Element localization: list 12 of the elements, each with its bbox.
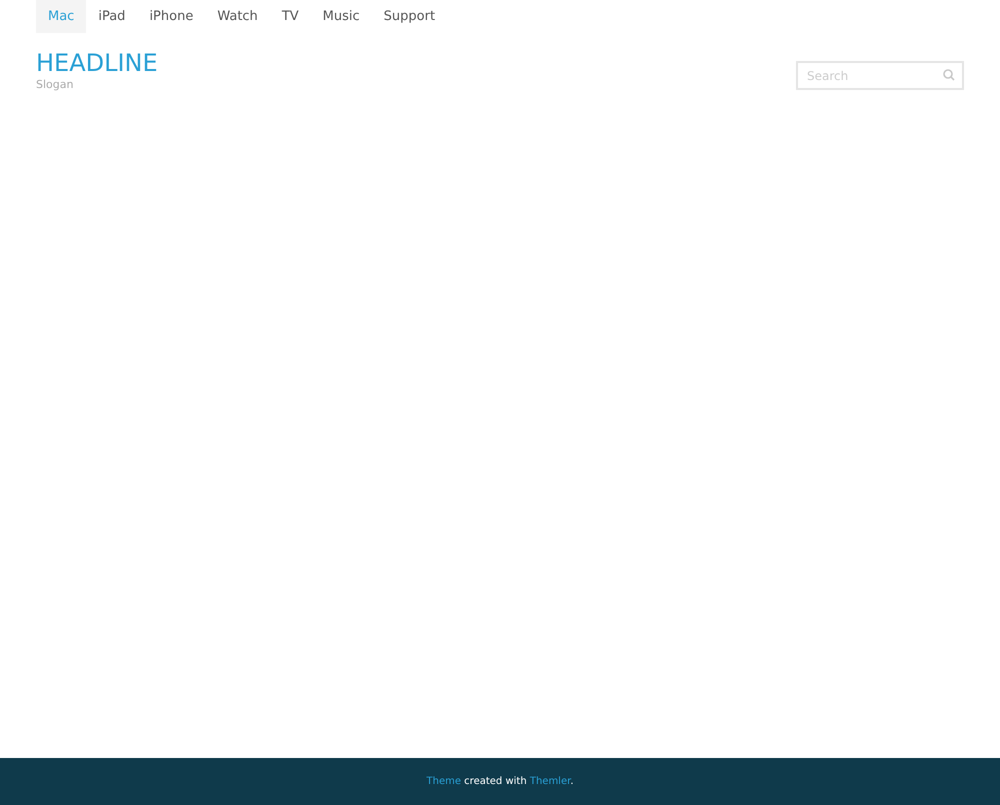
nav-tab[interactable]: Watch [205,0,270,33]
nav-tab[interactable]: iPad [86,0,138,33]
footer-text: Theme created with Themler. [426,775,574,789]
nav-tab[interactable]: Music [310,0,372,33]
nav-tab[interactable]: TV [270,0,311,33]
footer-link[interactable]: Theme [426,776,461,787]
search-icon[interactable] [943,69,955,81]
footer-link[interactable]: Themler [530,776,570,787]
nav-tab[interactable]: Support [372,0,448,33]
headline: HEADLINE [36,48,158,78]
slogan: Slogan [36,78,74,92]
nav-tab[interactable]: iPhone [137,0,206,33]
